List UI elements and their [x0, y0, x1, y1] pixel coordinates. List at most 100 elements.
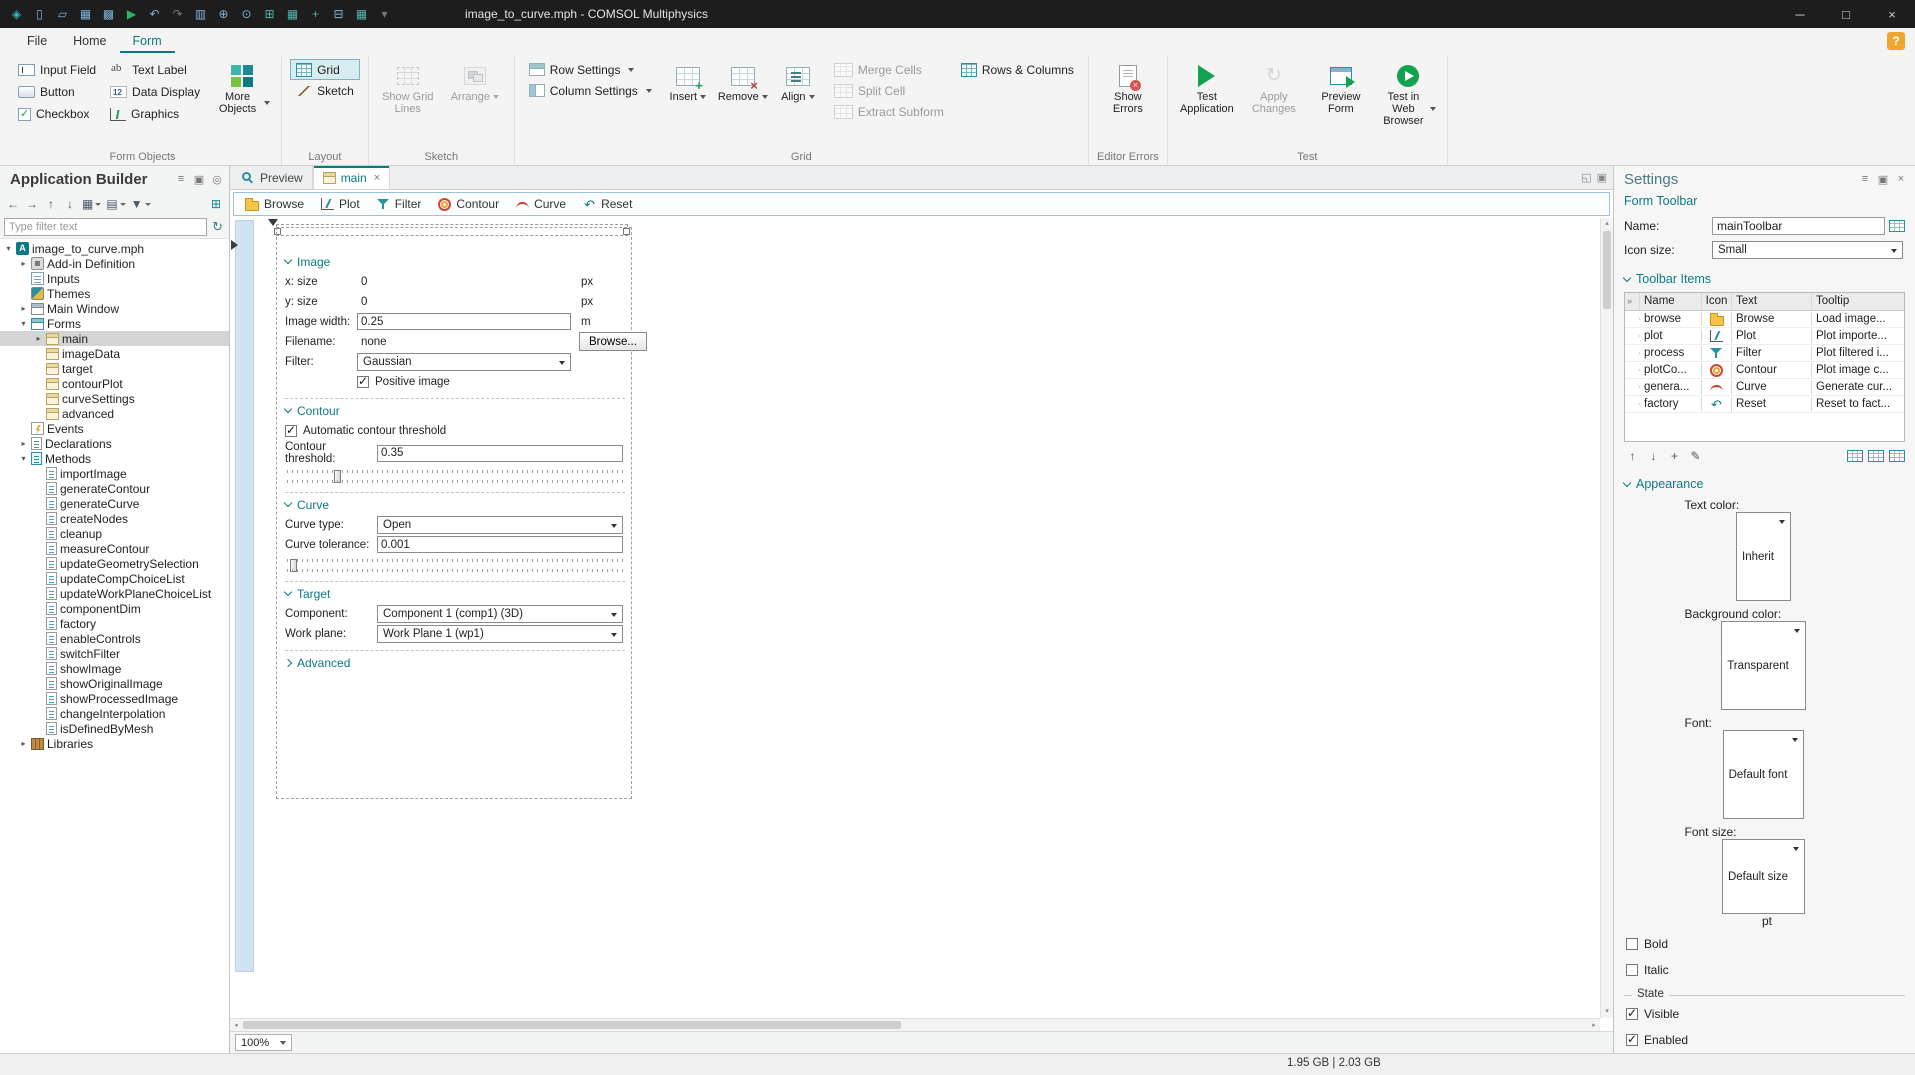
ribbon-tab[interactable]: Home: [60, 29, 119, 53]
merge-cells-button[interactable]: Merge Cells: [828, 59, 950, 80]
filter-combo[interactable]: Gaussian: [357, 352, 571, 371]
tree-node[interactable]: factory: [0, 616, 229, 631]
scroll-right-icon[interactable]: [1588, 1019, 1600, 1031]
toolbar-items-table[interactable]: » Name Icon Text Tooltip browse Browse Load…: [1624, 292, 1905, 442]
curve-section-header[interactable]: Curve: [283, 495, 625, 514]
toolbar-items-section-header[interactable]: Toolbar Items: [1622, 272, 1905, 286]
show-errors-button[interactable]: Show Errors: [1097, 59, 1159, 120]
undo-icon[interactable]: ↶: [144, 4, 165, 24]
tree-node[interactable]: Forms: [0, 316, 229, 331]
new-file-icon[interactable]: ▯: [29, 4, 50, 24]
tree-node[interactable]: Methods: [0, 451, 229, 466]
rows-columns-button[interactable]: Rows & Columns: [955, 59, 1080, 81]
maximize-editor-icon[interactable]: ▣: [1597, 171, 1607, 184]
zoom-extents-icon[interactable]: ⊕: [213, 4, 234, 24]
move-item-up-icon[interactable]: ↑: [1624, 447, 1641, 464]
move-up-icon[interactable]: ↑: [42, 194, 60, 214]
tree-node[interactable]: showImage: [0, 661, 229, 676]
slider-thumb[interactable]: [334, 470, 342, 483]
zoom-selected-icon[interactable]: ⊙: [236, 4, 257, 24]
enabled-checkbox[interactable]: [1626, 1032, 1638, 1046]
tree-node[interactable]: main: [0, 331, 229, 346]
font-combo[interactable]: Default font: [1722, 730, 1805, 820]
grid-mode-button[interactable]: Grid: [290, 59, 360, 80]
tree-expander-icon[interactable]: [4, 241, 13, 256]
tree-node[interactable]: showProcessedImage: [0, 691, 229, 706]
test-application-button[interactable]: Test Application: [1176, 59, 1238, 120]
tree-node[interactable]: imageData: [0, 346, 229, 361]
comsol-logo-icon[interactable]: ◈: [6, 4, 27, 24]
target-section-header[interactable]: Target: [283, 584, 625, 603]
tree-node[interactable]: Inputs: [0, 271, 229, 286]
split-cell-button[interactable]: Split Cell: [828, 80, 950, 101]
forward-icon[interactable]: →: [23, 194, 41, 214]
add-icon[interactable]: +: [305, 4, 326, 24]
curve-tolerance-input[interactable]: [377, 536, 623, 553]
toolbar-item-row[interactable]: browse Browse Load image...: [1625, 311, 1904, 328]
tree-node[interactable]: curveSettings: [0, 391, 229, 406]
tree-node[interactable]: advanced: [0, 406, 229, 421]
close-tab-icon[interactable]: [374, 172, 380, 184]
tree-node[interactable]: generateContour: [0, 481, 229, 496]
toolbar-item-row[interactable]: genera... Curve Generate cur...: [1625, 379, 1904, 396]
sketch-mode-button[interactable]: Sketch: [290, 80, 360, 101]
minimize-button[interactable]: ─: [1777, 0, 1823, 28]
column-header[interactable]: Icon: [1702, 293, 1732, 310]
image-section-header[interactable]: Image: [283, 252, 625, 271]
tree-node[interactable]: target: [0, 361, 229, 376]
reset-toolbar-button[interactable]: Reset: [575, 195, 640, 213]
toolbar-item-row[interactable]: plot Plot Plot importe...: [1625, 328, 1904, 345]
table-settings-icon[interactable]: [1888, 447, 1905, 464]
tree-node[interactable]: switchFilter: [0, 646, 229, 661]
grouping-icon[interactable]: ▦: [80, 194, 103, 214]
zoom-control[interactable]: 100%: [235, 1034, 293, 1051]
scrollbar-thumb[interactable]: [1603, 231, 1611, 309]
form-design-surface[interactable]: Image x: size 0 px y: size 0 px Image wi…: [276, 227, 647, 799]
row-grip[interactable]: [1625, 352, 1640, 354]
tree-node[interactable]: image_to_curve.mph: [0, 241, 229, 256]
column-header[interactable]: Text: [1732, 293, 1812, 310]
back-icon[interactable]: ←: [4, 194, 22, 214]
filter-nodes-icon[interactable]: ▼: [129, 194, 153, 214]
tree-node[interactable]: Events: [0, 421, 229, 436]
column-settings-button[interactable]: Column Settings: [523, 80, 658, 101]
apply-changes-button[interactable]: Apply Changes: [1243, 59, 1305, 120]
contour-toolbar-button[interactable]: Contour: [430, 195, 507, 213]
tree-expander-icon[interactable]: [19, 436, 28, 451]
tree-node[interactable]: showOriginalImage: [0, 676, 229, 691]
close-panel-icon[interactable]: ×: [1893, 171, 1909, 187]
curve-tolerance-slider[interactable]: [287, 558, 623, 573]
go-to-source-icon[interactable]: [1889, 220, 1905, 232]
tree-node[interactable]: cleanup: [0, 526, 229, 541]
auto-threshold-checkbox[interactable]: [285, 423, 297, 437]
float-panel-icon[interactable]: ▣: [1875, 171, 1891, 187]
save-icon[interactable]: ▦: [75, 4, 96, 24]
toolbar-item-row[interactable]: process Filter Plot filtered i...: [1625, 345, 1904, 362]
settings-menu-icon[interactable]: ≡: [1857, 171, 1873, 187]
tree-expander-icon[interactable]: [19, 316, 28, 331]
ribbon-tab[interactable]: File: [14, 29, 60, 53]
tree-node[interactable]: updateGeometrySelection: [0, 556, 229, 571]
scrollbar-thumb[interactable]: [243, 1021, 901, 1029]
open-file-icon[interactable]: ▱: [52, 4, 73, 24]
input-field-button[interactable]: Input Field: [12, 59, 102, 81]
preview-form-button[interactable]: Preview Form: [1310, 59, 1372, 120]
model-builder-icon[interactable]: ⊞: [207, 194, 225, 214]
more-objects-button[interactable]: More Objects: [211, 59, 273, 120]
node-view-icon[interactable]: ▤: [104, 194, 127, 214]
grid-icon[interactable]: ▦: [282, 4, 303, 24]
panel-menu-icon[interactable]: ≡: [173, 171, 189, 187]
tree-expander-icon[interactable]: [19, 256, 28, 271]
toolbar-item-row[interactable]: factory Reset Reset to fact...: [1625, 396, 1904, 413]
contour-threshold-input[interactable]: [377, 444, 623, 462]
button-object-button[interactable]: Button: [12, 81, 102, 103]
browse-button[interactable]: Browse...: [579, 332, 647, 351]
ribbon-tab[interactable]: Form: [120, 29, 175, 53]
contour-threshold-slider[interactable]: [287, 469, 623, 484]
horizontal-scrollbar[interactable]: [230, 1018, 1600, 1031]
tree-node[interactable]: createNodes: [0, 511, 229, 526]
test-in-web-browser-button[interactable]: Test in Web Browser: [1377, 59, 1439, 132]
load-items-icon[interactable]: [1846, 447, 1863, 464]
data-display-button[interactable]: Data Display: [104, 81, 206, 103]
slider-thumb[interactable]: [290, 559, 298, 572]
